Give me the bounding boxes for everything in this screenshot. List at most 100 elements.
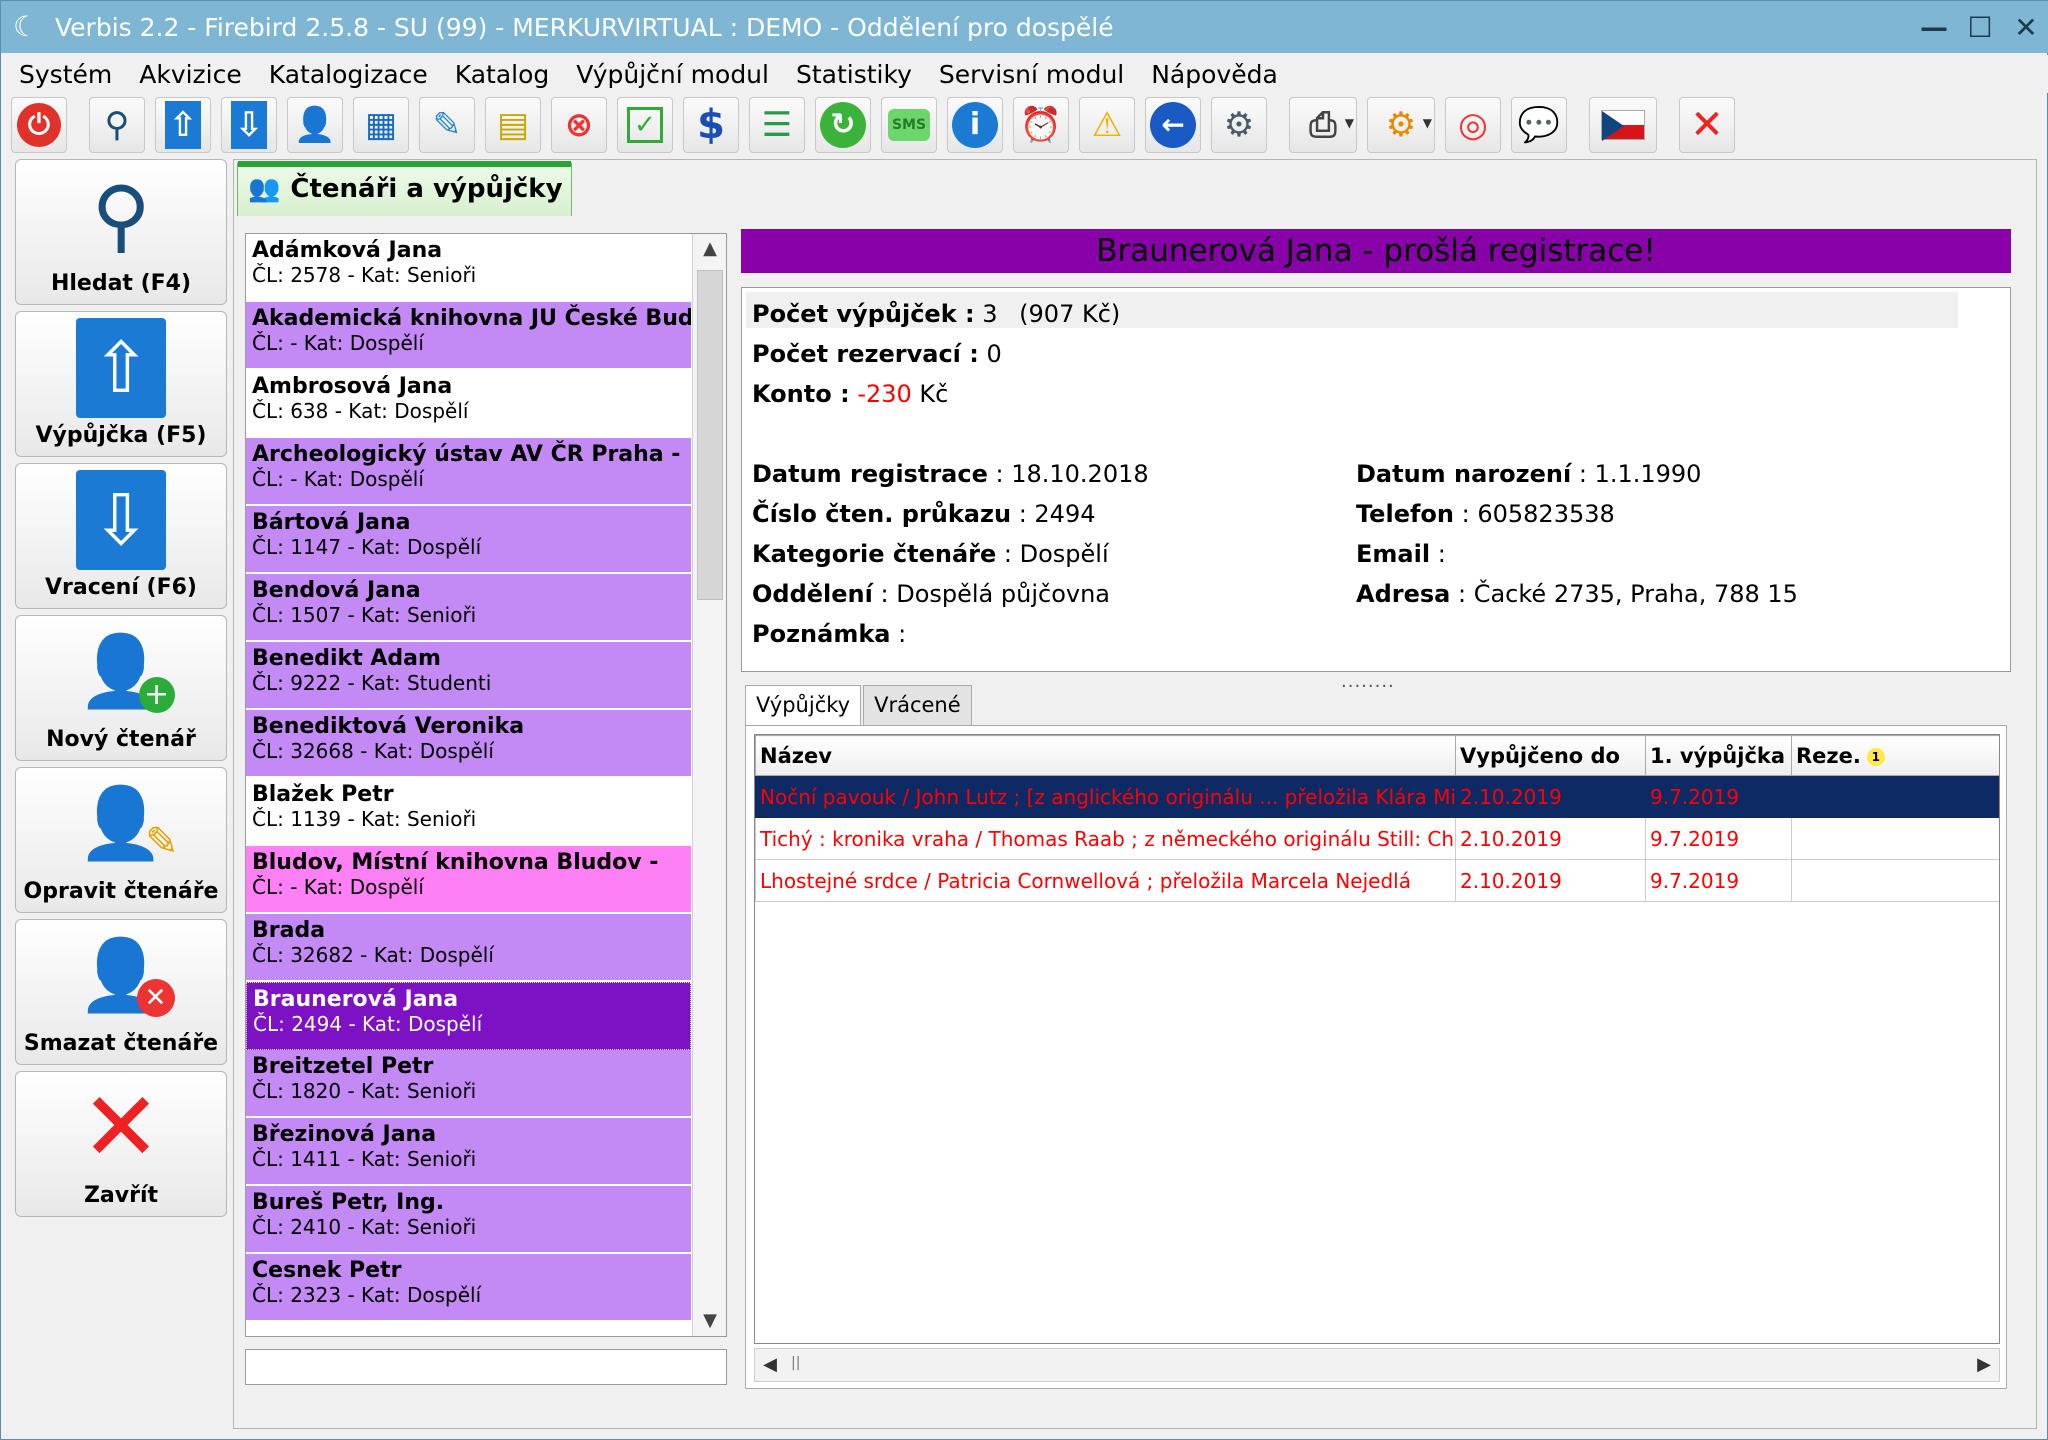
scroll-grip-icon[interactable]: ||	[791, 1355, 811, 1375]
tools-dropdown-icon[interactable]: ▼	[1423, 116, 1432, 130]
reader-list-item[interactable]: Blažek Petr ČL: 1139 - Kat: Senioři	[246, 778, 691, 846]
reader-name: Benedikt Adam	[252, 646, 441, 671]
reader-list-item[interactable]: Březinová Jana ČL: 1411 - Kat: Senioři	[246, 1118, 691, 1186]
loan-title-cell: Lhostejné srdce / Patricia Cornwellová ;…	[755, 859, 1456, 902]
czech-flag-icon	[1601, 109, 1645, 141]
toolbar: ⏻ ⚲ ⇧ ⇩ 👤 ▦ ✎ ▤ ⊗ ✓ $ ☰ ↻ SMS i ⏰ ⚠ ← ⚙ …	[11, 93, 1745, 156]
reader-list-item[interactable]: Ambrosová Jana ČL: 638 - Kat: Dospělí	[246, 370, 691, 438]
sidebar-edit-reader-button[interactable]: 👤 ✎ Opravit čtenáře	[15, 767, 227, 913]
col-reservation-header[interactable]: Reze. 1	[1791, 735, 1999, 776]
reader-list-item[interactable]: Bureš Petr, Ing. ČL: 2410 - Kat: Senioři	[246, 1186, 691, 1254]
note-value: :	[898, 620, 907, 648]
return-button[interactable]: ⇩	[221, 96, 277, 153]
scroll-down-icon[interactable]: ▼	[693, 1306, 726, 1336]
scroll-right-icon[interactable]: ▶	[1969, 1349, 1999, 1381]
arrow-up-icon: ⇧	[165, 100, 201, 149]
sidebar-loan-button[interactable]: ⇧ Výpůjčka (F5)	[15, 311, 227, 457]
delete-reader-button[interactable]: ⊗	[551, 96, 607, 153]
payment-button[interactable]: $	[683, 96, 739, 153]
refresh-button[interactable]: ↻	[815, 96, 871, 153]
new-reader-button[interactable]: 👤	[287, 96, 343, 153]
tab-readers-loans[interactable]: 👥 Čtenáři a výpůjčky	[237, 161, 572, 216]
close-window-button[interactable]: ✕	[2003, 11, 2048, 44]
tab-returned[interactable]: Vrácené	[863, 685, 972, 725]
scroll-up-icon[interactable]: ▲	[693, 234, 726, 264]
reader-list-item[interactable]: Archeologický ústav AV ČR Praha - ČL: - K…	[246, 438, 691, 506]
col-title-header[interactable]: Název	[755, 735, 1456, 776]
reader-list-item[interactable]: Bludov, Místní knihovna Bludov - ČL: - Ka…	[246, 846, 691, 914]
add-list-button[interactable]: ▦	[353, 96, 409, 153]
menu-system[interactable]: Systém	[19, 60, 112, 89]
sidebar-return-button[interactable]: ⇩ Vracení (F6)	[15, 463, 227, 609]
tools-button[interactable]: ⚙ ▼	[1367, 96, 1435, 153]
col-due-header[interactable]: Vypůjčeno do	[1455, 735, 1646, 776]
reader-list-item[interactable]: Adámková Jana ČL: 2578 - Kat: Senioři	[246, 234, 691, 302]
menu-statistiky[interactable]: Statistiky	[796, 60, 912, 89]
delete-user-icon: 👤 ✕	[77, 934, 175, 1017]
language-button[interactable]	[1589, 96, 1657, 153]
search-button[interactable]: ⚲	[89, 96, 145, 153]
edit-user-icon: 👤 ✎	[77, 782, 179, 865]
menu-akvizice[interactable]: Akvizice	[139, 60, 242, 89]
menu-katalogizace[interactable]: Katalogizace	[269, 60, 428, 89]
reader-list-item[interactable]: Bártová Jana ČL: 1147 - Kat: Dospělí	[246, 506, 691, 574]
reader-list-item[interactable]: Bendová Jana ČL: 1507 - Kat: Senioři	[246, 574, 691, 642]
back-button[interactable]: ←	[1145, 96, 1201, 153]
reader-list-item[interactable]: Braunerová Jana ČL: 2494 - Kat: Dospělí	[246, 982, 691, 1050]
print-button[interactable]: ⎙ ▼	[1289, 96, 1357, 153]
loans-grid[interactable]: Název Vypůjčeno do 1. výpůjčka Reze. 1 No…	[754, 734, 2000, 1344]
table-row[interactable]: Tichý : kronika vraha / Thomas Raab ; z …	[755, 817, 1999, 860]
table-row[interactable]: Noční pavouk / John Lutz ; [z anglického…	[755, 775, 1999, 818]
col-first-loan-header[interactable]: 1. výpůjčka	[1645, 735, 1792, 776]
menu-katalog[interactable]: Katalog	[455, 60, 550, 89]
reader-search-input[interactable]	[245, 1349, 727, 1385]
reader-detail: ČL: 32668 - Kat: Dospělí	[252, 739, 494, 763]
empty-cell	[1792, 1028, 2000, 1070]
reader-list-item[interactable]: Brada ČL: 32682 - Kat: Dospělí	[246, 914, 691, 982]
info-button[interactable]: i	[947, 96, 1003, 153]
reader-list-item[interactable]: Cesnek Petr ČL: 2323 - Kat: Dospělí	[246, 1254, 691, 1322]
scroll-thumb[interactable]	[697, 270, 723, 600]
scroll-left-icon[interactable]: ◀	[755, 1349, 785, 1381]
edit-reader-button[interactable]: ✎	[419, 96, 475, 153]
warning-button[interactable]: ⚠	[1079, 96, 1135, 153]
table-row[interactable]: Lhostejné srdce / Patricia Cornwellová ;…	[755, 859, 1999, 902]
menu-servisni-modul[interactable]: Servisní modul	[939, 60, 1124, 89]
sidebar-close-button[interactable]: ✕ Zavřít	[15, 1071, 227, 1217]
menu-vypujcni-modul[interactable]: Výpůjční modul	[576, 60, 769, 89]
reader-detail: ČL: - Kat: Dospělí	[252, 331, 424, 355]
messages-button[interactable]: 💬	[1511, 96, 1567, 153]
maximize-button[interactable]: ☐	[1957, 11, 2003, 44]
reader-list-item[interactable]: Benediktová Veronika ČL: 32668 - Kat: Dos…	[246, 710, 691, 778]
minimize-button[interactable]: —	[1911, 11, 1957, 44]
sms-button[interactable]: SMS	[881, 96, 937, 153]
print-dropdown-icon[interactable]: ▼	[1345, 116, 1354, 130]
reader-list-item[interactable]: Benedikt Adam ČL: 9222 - Kat: Studenti	[246, 642, 691, 710]
sidebar-search-button[interactable]: ⚲ Hledat (F4)	[15, 159, 227, 305]
loan-reservation-cell	[1791, 775, 1999, 818]
sidebar-new-reader-button[interactable]: 👤 + Nový čtenář	[15, 615, 227, 761]
checkbox-icon: ✓	[627, 106, 663, 143]
list-money-button[interactable]: ▤	[485, 96, 541, 153]
check-button[interactable]: ✓	[617, 96, 673, 153]
phone-label: Telefon	[1356, 500, 1454, 528]
empty-cell	[1456, 1070, 1646, 1112]
tab-loans[interactable]: Výpůjčky	[745, 685, 862, 727]
warning-clock-icon: ⚠	[1091, 104, 1123, 145]
reader-list[interactable]: Adámková Jana ČL: 2578 - Kat: Senioři Akad…	[245, 233, 727, 1337]
help-button[interactable]: ◎	[1445, 96, 1501, 153]
settings-search-button[interactable]: ⚙	[1211, 96, 1267, 153]
close-toolbar-button[interactable]: ✕	[1679, 96, 1735, 153]
sidebar-return-label: Vracení (F6)	[45, 575, 197, 600]
grid-horizontal-scrollbar[interactable]: ◀ || ▶	[754, 1348, 2000, 1382]
alarm-button[interactable]: ⏰	[1013, 96, 1069, 153]
power-button[interactable]: ⏻	[11, 96, 67, 153]
sidebar-delete-reader-button[interactable]: 👤 ✕ Smazat čtenáře	[15, 919, 227, 1065]
menu-napoveda[interactable]: Nápověda	[1151, 60, 1278, 89]
fees-list-button[interactable]: ☰	[749, 96, 805, 153]
loan-button[interactable]: ⇧	[155, 96, 211, 153]
panel-splitter[interactable]: ........	[1341, 671, 1395, 692]
reader-list-item[interactable]: Breitzetel Petr ČL: 1820 - Kat: Senioři	[246, 1050, 691, 1118]
reader-list-item[interactable]: Akademická knihovna JU České Bud... ČL: -…	[246, 302, 691, 370]
reader-list-scrollbar[interactable]: ▲ ▼	[692, 234, 726, 1336]
